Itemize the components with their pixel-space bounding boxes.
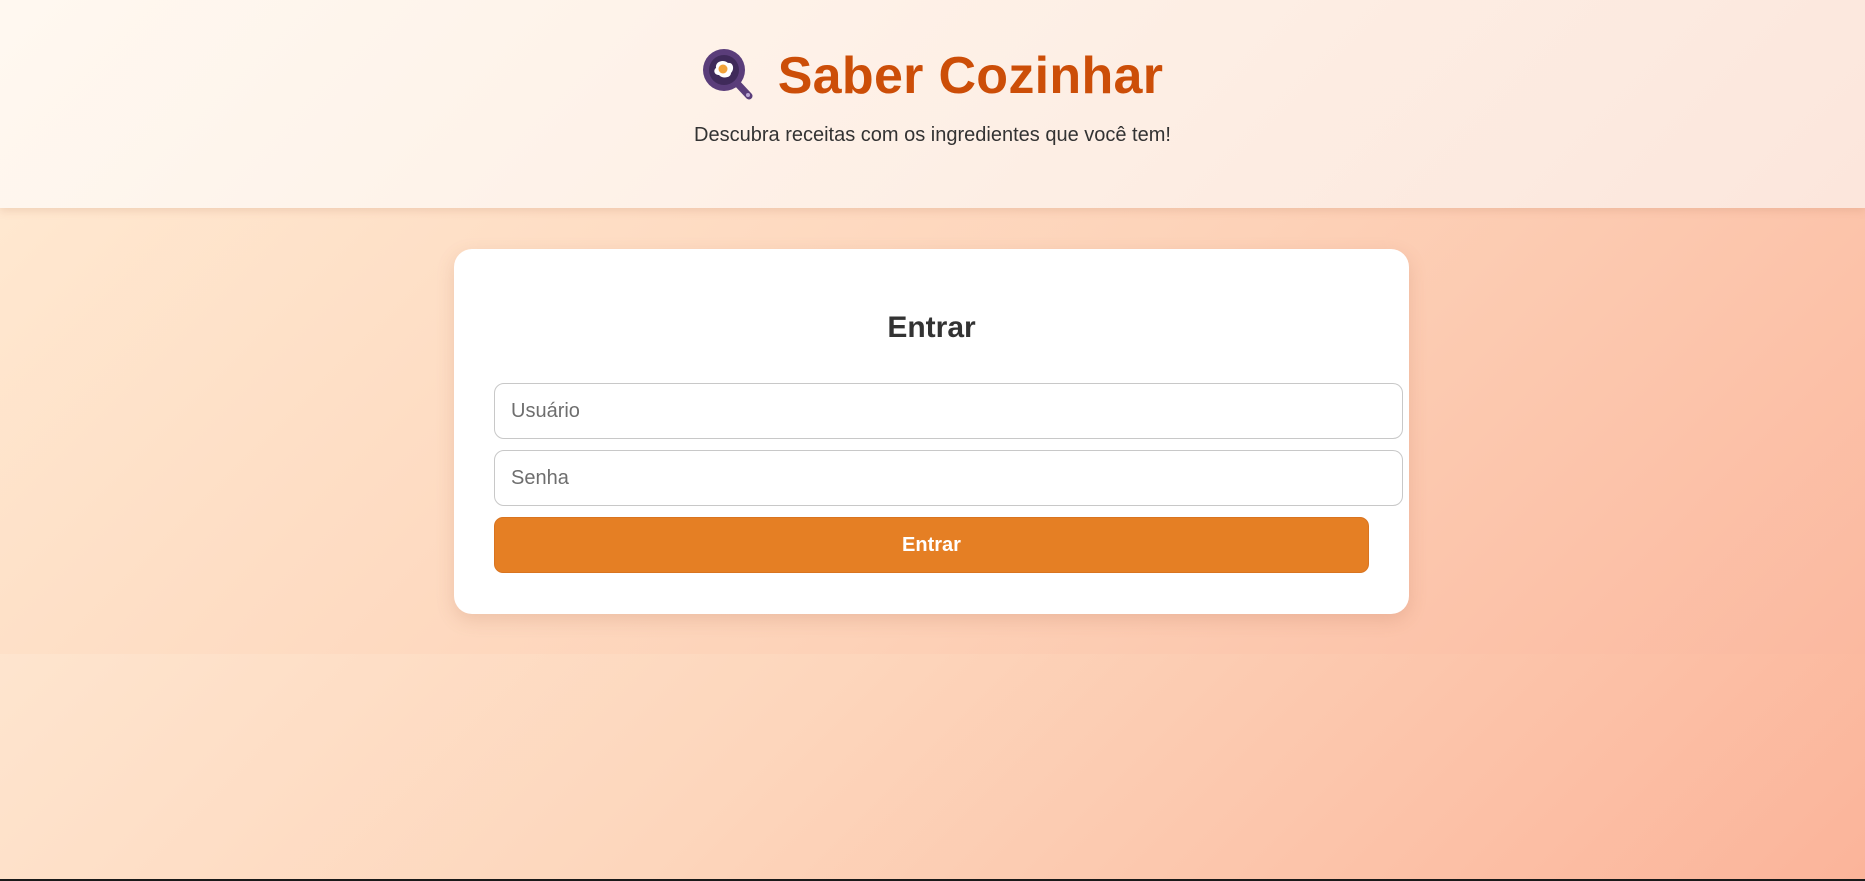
username-input[interactable]: [494, 383, 1403, 439]
brand: Saber Cozinhar: [0, 46, 1865, 106]
frying-pan-egg-magnifier-icon: [702, 48, 756, 104]
site-tagline: Descubra receitas com os ingredientes qu…: [694, 124, 1171, 146]
site-header: Saber Cozinhar Descubra receitas com os …: [0, 0, 1865, 208]
password-input[interactable]: [494, 450, 1403, 506]
site-title: Saber Cozinhar: [777, 47, 1164, 105]
login-button[interactable]: Entrar: [494, 517, 1369, 573]
login-heading: Entrar: [887, 311, 976, 344]
login-card: Entrar Entrar: [454, 249, 1409, 614]
